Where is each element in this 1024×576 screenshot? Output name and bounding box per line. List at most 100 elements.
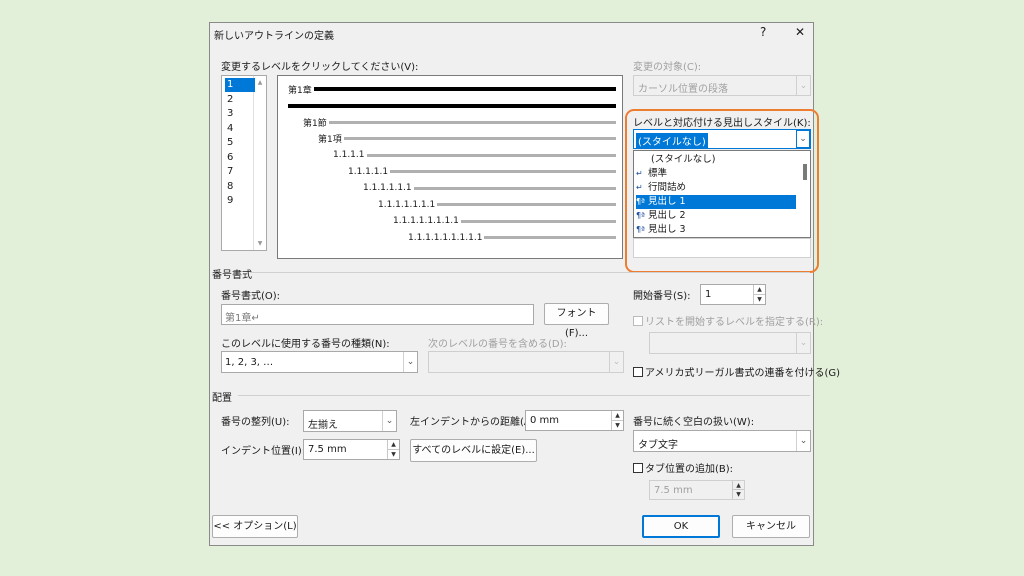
level-item[interactable]: 2 [225, 93, 255, 107]
follow-number-value: タブ文字 [638, 440, 678, 451]
level-item[interactable]: 1 [225, 78, 255, 92]
section-divider [250, 272, 810, 273]
style-option-label: 見出し 2 [648, 210, 686, 221]
chevron-down-icon[interactable]: ⌄ [403, 352, 417, 372]
style-option[interactable]: ↵ 標準 [636, 167, 796, 181]
checkbox-icon[interactable] [633, 367, 643, 377]
cancel-button[interactable]: キャンセル [732, 515, 810, 538]
left-indent-label: 左インデントからの距離(A): [410, 417, 539, 428]
apply-to-value: カーソル位置の段落 [638, 84, 728, 95]
format-value: 第1章↵ [225, 313, 260, 324]
level-item[interactable]: 6 [225, 151, 255, 165]
include-level-label: 次のレベルの番号を含める(D): [428, 339, 567, 350]
preview-line: 1.1.1.1 [333, 148, 616, 162]
tab-stop-value: 7.5 mm [654, 485, 693, 496]
style-option-label: 標準 [648, 168, 668, 179]
section-divider [238, 395, 810, 396]
dropdown-scroll-thumb[interactable] [803, 164, 807, 180]
ok-button[interactable]: OK [642, 515, 720, 538]
outline-dialog: 新しいアウトラインの定義 ? ✕ 変更するレベルをクリックしてください(V): … [209, 22, 840, 546]
number-style-label: このレベルに使用する番号の種類(N): [221, 339, 390, 350]
checkbox-icon [633, 316, 643, 326]
level-item[interactable]: 9 [225, 194, 255, 208]
alignment-value: 左揃え [308, 420, 338, 431]
linked-style-icon: ¶ª [636, 211, 645, 220]
preview-line: 1.1.1.1.1.1.1.1.1 [408, 231, 616, 245]
preview-line: 1.1.1.1.1.1.1.1 [393, 214, 616, 228]
options-button[interactable]: << オプション(L) [212, 515, 298, 538]
preview-number: 1.1.1.1.1 [348, 166, 389, 177]
heading-style-select[interactable]: (スタイルなし) ⌄ [633, 129, 811, 149]
preview-text-bar [343, 137, 616, 140]
start-at-label: 開始番号(S): [633, 291, 691, 302]
heading-style-value: (スタイルなし) [636, 133, 708, 148]
level-item[interactable]: 3 [225, 107, 255, 121]
preview-line [288, 99, 616, 113]
chevron-down-icon: ⌄ [796, 76, 810, 95]
checkbox-icon[interactable] [633, 463, 643, 473]
apply-to-select: カーソル位置の段落 ⌄ [633, 75, 811, 96]
tab-stop-checkbox[interactable]: タブ位置の追加(B): [633, 460, 733, 475]
style-option[interactable]: (スタイルなし) [636, 153, 796, 167]
level-item[interactable]: 4 [225, 122, 255, 136]
style-option[interactable]: ↵ 行間詰め [636, 181, 796, 195]
heading-style-dropdown[interactable]: (スタイルなし) ↵ 標準 ↵ 行間詰め ¶ª 見出し 1 ¶ª 見出し 2 ¶ª 見出し 3 [633, 150, 811, 238]
chevron-down-icon: ⌄ [609, 352, 623, 372]
follow-number-label: 番号に続く空白の扱い(W): [633, 417, 755, 428]
preview-text-bar [460, 219, 616, 223]
set-all-levels-button[interactable]: すべてのレベルに設定(E)... [410, 439, 537, 462]
style-option-label: 見出し 1 [648, 196, 686, 207]
spin-buttons[interactable]: ▲ ▼ [753, 285, 765, 304]
heading-style-blank-field [633, 238, 811, 258]
spin-buttons: ▲ ▼ [732, 481, 744, 499]
spin-buttons[interactable]: ▲ ▼ [387, 440, 399, 459]
style-option[interactable]: ¶ª 見出し 1 [636, 195, 796, 209]
style-option[interactable]: ¶ª 見出し 2 [636, 209, 796, 223]
close-icon[interactable]: ✕ [795, 25, 805, 39]
outline-preview: 第1章第1節第1項 1.1.1.1 1.1.1.1.1 1.1.1.1.1.1 1.1.… [277, 75, 623, 259]
font-button[interactable]: フォント(F)... [544, 303, 609, 339]
level-item[interactable]: 8 [225, 180, 255, 194]
preview-text-bar [366, 153, 616, 157]
indent-label: インデント位置(I): [221, 446, 306, 457]
apply-to-label: 変更の対象(C): [633, 62, 702, 73]
number-format-section-title: 番号書式 [212, 270, 252, 281]
legal-numbering-label: アメリカ式リーガル書式の連番を付ける(G) [645, 368, 841, 379]
alignment-select[interactable]: 左揃え ⌄ [303, 410, 397, 432]
help-icon[interactable]: ? [760, 25, 766, 39]
left-indent-spinner[interactable]: 0 mm ▲ ▼ [525, 410, 624, 431]
style-option-label: 行間詰め [648, 182, 687, 193]
dialog-title: 新しいアウトラインの定義 [214, 31, 334, 42]
start-at-spinner[interactable]: 1 ▲ ▼ [700, 284, 766, 305]
number-style-value: 1, 2, 3, … [225, 357, 274, 368]
paragraph-style-icon: ↵ [636, 183, 643, 192]
preview-number: 第1項 [318, 135, 342, 145]
style-option[interactable]: ¶ª 見出し 3 [636, 223, 796, 237]
start-at-value: 1 [705, 289, 712, 300]
style-option-label: 見出し 3 [648, 224, 686, 235]
linked-style-icon: ¶ª [636, 197, 645, 206]
preview-text-bar [437, 203, 616, 206]
chevron-down-icon[interactable]: ⌄ [796, 431, 810, 451]
preview-text-bar [313, 87, 616, 91]
level-list[interactable]: ▲ ▼ 123456789 [221, 75, 267, 251]
preview-line: 1.1.1.1.1.1 [363, 181, 616, 195]
number-style-select[interactable]: 1, 2, 3, … ⌄ [221, 351, 418, 373]
indent-value: 7.5 mm [308, 444, 347, 455]
level-item[interactable]: 5 [225, 136, 255, 150]
indent-spinner[interactable]: 7.5 mm ▲ ▼ [303, 439, 400, 460]
spin-buttons[interactable]: ▲ ▼ [611, 411, 623, 430]
position-section-title: 配置 [212, 393, 232, 404]
chevron-down-icon[interactable]: ⌄ [796, 130, 810, 148]
chevron-down-icon[interactable]: ⌄ [382, 411, 396, 431]
format-input[interactable]: 第1章↵ [221, 304, 534, 325]
preview-number: 第1節 [303, 118, 327, 129]
preview-number: 1.1.1.1.1.1 [363, 183, 412, 193]
preview-number: 第1章 [288, 85, 312, 96]
follow-number-select[interactable]: タブ文字 ⌄ [633, 430, 811, 452]
level-item[interactable]: 7 [225, 165, 255, 179]
restart-level-label: リストを開始するレベルを指定する(R): [645, 317, 824, 328]
heading-style-label: レベルと対応付ける見出しスタイル(K): [633, 118, 811, 129]
preview-text-bar [484, 236, 616, 239]
legal-numbering-checkbox[interactable]: アメリカ式リーガル書式の連番を付ける(G) [633, 364, 840, 379]
